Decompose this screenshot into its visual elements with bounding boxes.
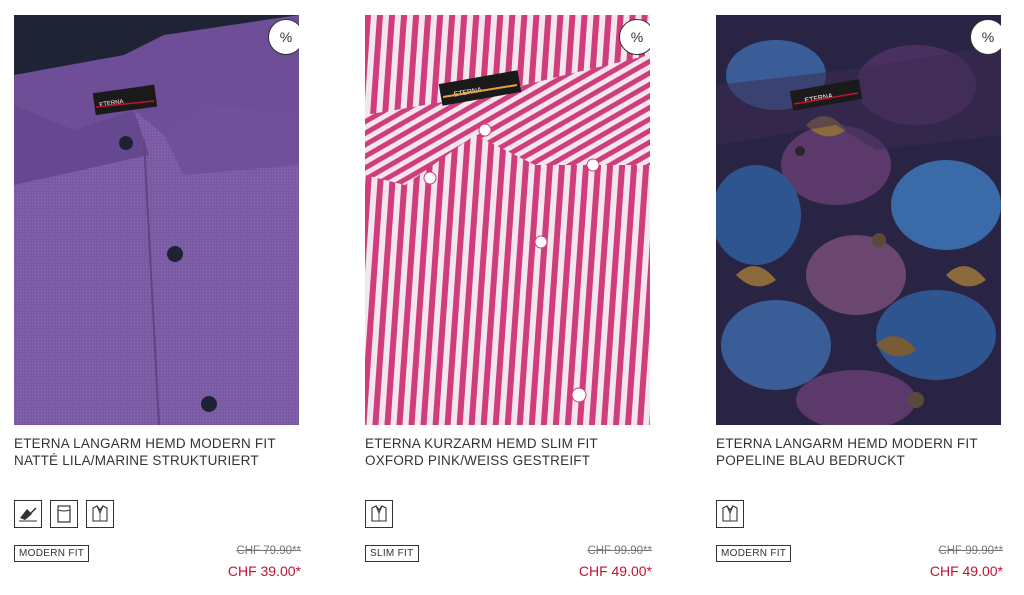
- sale-price: CHF 39.00*: [227, 563, 301, 579]
- product-title-line1[interactable]: ETERNA LANGARM HEMD MODERN FIT: [716, 435, 1003, 452]
- product-image[interactable]: ETERNA %: [365, 15, 650, 425]
- product-card[interactable]: ETERNA % ETERNA LANGARM HEMD MODERN FIT …: [716, 15, 1003, 579]
- product-title-line2[interactable]: POPELINE BLAU BEDRUCKT: [716, 452, 1003, 469]
- product-image[interactable]: ETERNA %: [716, 15, 1001, 425]
- shirt-collar-icon: [86, 500, 114, 528]
- pink-striped-shirt-image: ETERNA: [365, 15, 650, 425]
- product-title-line1[interactable]: ETERNA LANGARM HEMD MODERN FIT: [14, 435, 301, 452]
- shirt-collar-icon: [365, 500, 393, 528]
- easy-iron-icon: [14, 500, 42, 528]
- old-price: CHF 99.90**: [938, 545, 1003, 557]
- sale-price: CHF 49.00*: [578, 563, 652, 579]
- old-price: CHF 79.90**: [236, 545, 301, 557]
- floral-print-shirt-image: ETERNA: [716, 15, 1001, 425]
- fit-badge: MODERN FIT: [14, 545, 90, 562]
- fabric-icon: [50, 500, 78, 528]
- sale-badge: %: [268, 19, 299, 55]
- purple-shirt-image: ETERNA: [14, 15, 299, 425]
- product-title[interactable]: ETERNA LANGARM HEMD MODERN FIT NATTÉ LIL…: [14, 435, 301, 469]
- product-title[interactable]: ETERNA KURZARM HEMD SLIM FIT OXFORD PINK…: [365, 435, 652, 469]
- shirt-collar-icon: [716, 500, 744, 528]
- product-title[interactable]: ETERNA LANGARM HEMD MODERN FIT POPELINE …: [716, 435, 1003, 469]
- feature-icons: [14, 500, 114, 528]
- product-card[interactable]: ETERNA % ETERNA KURZARM HEMD SLIM FIT OX…: [365, 15, 652, 579]
- old-price: CHF 99.90**: [587, 545, 652, 557]
- feature-icons: [365, 500, 393, 528]
- product-card[interactable]: ETERNA % ETERNA LANGARM HEMD MODERN FIT …: [14, 15, 301, 579]
- sale-badge: %: [619, 19, 650, 55]
- fit-badge: SLIM FIT: [365, 545, 419, 562]
- product-image[interactable]: ETERNA %: [14, 15, 299, 425]
- feature-icons: [716, 500, 744, 528]
- product-title-line1[interactable]: ETERNA KURZARM HEMD SLIM FIT: [365, 435, 652, 452]
- product-title-line2[interactable]: NATTÉ LILA/MARINE STRUKTURIERT: [14, 452, 301, 469]
- sale-price: CHF 49.00*: [929, 563, 1003, 579]
- product-title-line2[interactable]: OXFORD PINK/WEISS GESTREIFT: [365, 452, 652, 469]
- fit-badge: MODERN FIT: [716, 545, 792, 562]
- sale-badge: %: [970, 19, 1001, 55]
